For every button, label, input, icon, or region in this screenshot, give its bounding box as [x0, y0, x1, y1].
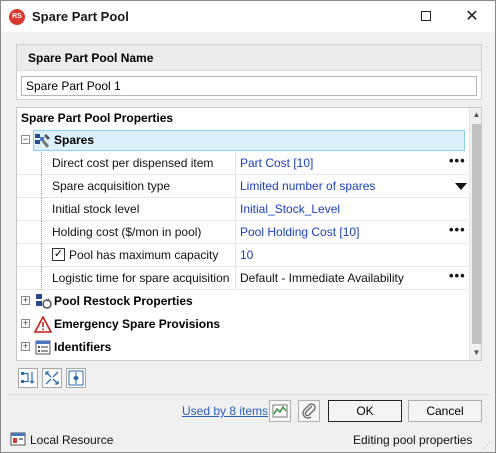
- expand-all-button[interactable]: [42, 368, 62, 388]
- tree-guide: [41, 267, 42, 290]
- paperclip-icon: [302, 403, 316, 419]
- scroll-up-icon[interactable]: ▲: [470, 108, 481, 122]
- collapse-toggle[interactable]: −: [21, 135, 30, 144]
- expand-toggle[interactable]: +: [21, 342, 30, 351]
- property-value[interactable]: Part Cost [10]: [240, 156, 313, 170]
- expand-collapse-icon: [45, 371, 59, 385]
- name-panel: Spare Part Pool Name Spare Part Pool 1: [16, 44, 482, 100]
- properties-title: Spare Part Pool Properties: [21, 111, 174, 125]
- property-row-logistic-time[interactable]: Logistic time for spare acquisition Defa…: [17, 267, 468, 290]
- footer-separator: [8, 394, 490, 395]
- tree-guide: [41, 244, 42, 267]
- property-value[interactable]: Initial_Stock_Level: [240, 202, 340, 216]
- property-name: Initial stock level: [52, 202, 140, 216]
- tree-guide: [41, 221, 42, 244]
- category-label: Emergency Spare Provisions: [54, 317, 221, 331]
- status-message: Editing pool properties: [353, 433, 473, 447]
- property-value[interactable]: Pool Holding Cost [10]: [240, 225, 359, 239]
- restock-icon: [36, 294, 52, 309]
- category-selection-highlight: [33, 130, 465, 151]
- property-row-acquisition-type[interactable]: Spare acquisition type Limited number of…: [17, 175, 468, 198]
- property-pages-button[interactable]: [66, 368, 86, 388]
- column-divider: [235, 244, 236, 267]
- category-spares[interactable]: − Spares: [17, 129, 468, 152]
- chart-button[interactable]: [269, 400, 291, 422]
- status-resource-label: Local Resource: [30, 433, 114, 447]
- dropdown-arrow-icon[interactable]: [455, 183, 467, 190]
- window-title: Spare Part Pool: [32, 9, 129, 24]
- warning-icon: [34, 316, 52, 333]
- property-value[interactable]: 10: [240, 248, 253, 262]
- property-row-initial-stock[interactable]: Initial stock level Initial_Stock_Level: [17, 198, 468, 221]
- categorized-view-button[interactable]: [18, 368, 38, 388]
- close-button[interactable]: ✕: [449, 1, 495, 32]
- properties-page-icon: [68, 370, 84, 386]
- category-label: Identifiers: [54, 340, 112, 354]
- chart-icon: [272, 404, 288, 418]
- scroll-down-icon[interactable]: ▼: [470, 346, 481, 360]
- ok-button[interactable]: OK: [328, 400, 402, 422]
- category-pool-restock[interactable]: + Pool Restock Properties: [17, 290, 468, 313]
- vertical-scrollbar[interactable]: ▲ ▼: [469, 108, 481, 360]
- attach-button[interactable]: [298, 400, 320, 422]
- dialog-window: RS Spare Part Pool ✕ Spare Part Pool Nam…: [0, 0, 496, 453]
- title-bar: RS Spare Part Pool ✕: [1, 1, 495, 32]
- ellipsis-button[interactable]: •••: [449, 153, 466, 168]
- scroll-thumb[interactable]: [472, 124, 481, 344]
- max-capacity-checkbox[interactable]: ✓: [52, 248, 65, 261]
- property-value[interactable]: Limited number of spares: [240, 179, 375, 193]
- maximize-button[interactable]: [403, 1, 449, 32]
- property-value[interactable]: Default - Immediate Availability: [240, 271, 404, 285]
- name-section-label: Spare Part Pool Name: [28, 51, 154, 65]
- sort-categorized-icon: [21, 372, 35, 384]
- used-by-link[interactable]: Used by 8 items: [182, 404, 268, 418]
- column-divider: [235, 175, 236, 198]
- maximize-icon: [421, 11, 431, 22]
- category-identifiers[interactable]: + Identifiers: [17, 336, 468, 359]
- local-resource-icon: [10, 432, 26, 446]
- property-row-max-capacity[interactable]: ✓ Pool has maximum capacity 10: [17, 244, 468, 267]
- category-emergency-spares[interactable]: + Emergency Spare Provisions: [17, 313, 468, 336]
- tree-guide: [41, 152, 42, 175]
- identifiers-icon: [35, 340, 51, 355]
- property-name: Direct cost per dispensed item: [52, 156, 214, 170]
- resize-grip-icon[interactable]: ⋰: [483, 441, 491, 450]
- property-row-direct-cost[interactable]: Direct cost per dispensed item Part Cost…: [17, 152, 468, 175]
- expand-toggle[interactable]: +: [21, 319, 30, 328]
- category-label: Pool Restock Properties: [54, 294, 193, 308]
- properties-grid: Spare Part Pool Properties − Spares Dire…: [16, 107, 482, 361]
- tree-guide: [41, 198, 42, 221]
- property-name: Logistic time for spare acquisition: [52, 271, 230, 285]
- ellipsis-button[interactable]: •••: [449, 222, 466, 237]
- column-divider: [235, 198, 236, 221]
- ellipsis-button[interactable]: •••: [449, 268, 466, 283]
- properties-header: Spare Part Pool Properties: [17, 108, 468, 128]
- name-panel-header: Spare Part Pool Name: [17, 45, 481, 71]
- column-divider: [235, 152, 236, 175]
- column-divider: [235, 267, 236, 290]
- expand-toggle[interactable]: +: [21, 296, 30, 305]
- property-name: Pool has maximum capacity: [69, 248, 219, 262]
- property-row-holding-cost[interactable]: Holding cost ($/mon in pool) Pool Holdin…: [17, 221, 468, 244]
- category-label: Spares: [54, 133, 95, 147]
- spares-icon: [35, 134, 50, 148]
- cancel-button[interactable]: Cancel: [408, 400, 482, 422]
- property-name: Holding cost ($/mon in pool): [52, 225, 202, 239]
- tree-guide: [41, 175, 42, 198]
- property-name: Spare acquisition type: [52, 179, 171, 193]
- app-logo-icon: RS: [9, 9, 25, 25]
- pool-name-input[interactable]: Spare Part Pool 1: [21, 76, 477, 96]
- column-divider: [235, 221, 236, 244]
